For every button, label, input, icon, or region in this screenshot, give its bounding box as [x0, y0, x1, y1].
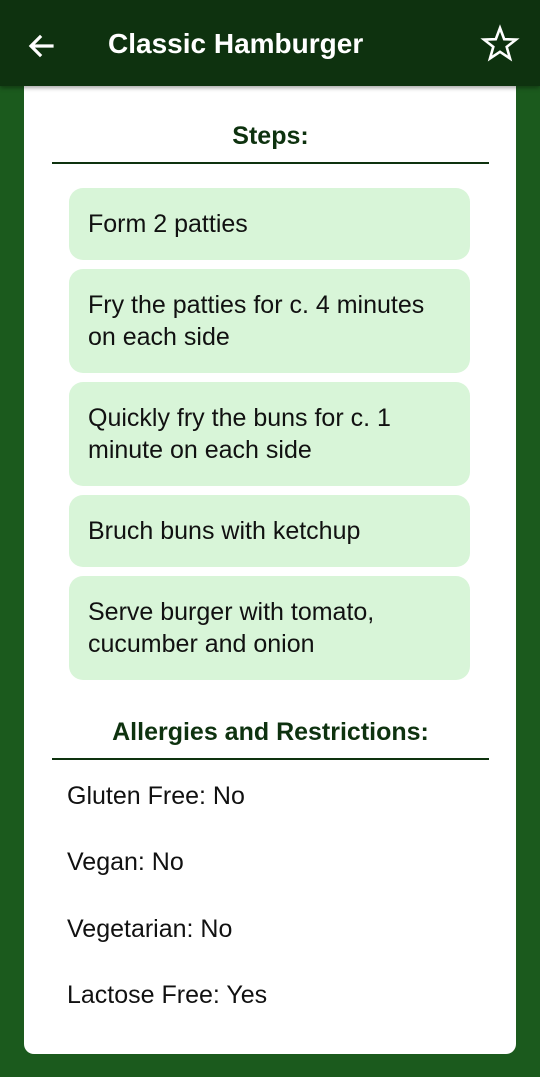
favorite-button[interactable]	[480, 24, 520, 64]
step-item: Quickly fry the buns for c. 1 minute on …	[69, 382, 470, 486]
step-item: Serve burger with tomato, cucumber and o…	[69, 576, 470, 680]
step-item: Fry the patties for c. 4 minutes on each…	[69, 269, 470, 373]
back-button[interactable]	[22, 26, 62, 66]
recipe-details-card: Steps: Form 2 patties Fry the patties fo…	[24, 60, 516, 1054]
allergy-vegan: Vegan: No	[67, 848, 184, 876]
steps-divider	[52, 162, 489, 164]
steps-heading: Steps:	[232, 122, 309, 150]
app-bar: Classic Hamburger	[0, 0, 540, 86]
allergies-divider	[52, 758, 489, 760]
step-item: Bruch buns with ketchup	[69, 495, 470, 567]
arrow-back-icon	[28, 34, 54, 58]
page-title: Classic Hamburger	[108, 28, 364, 59]
allergies-heading: Allergies and Restrictions:	[112, 718, 429, 746]
step-item: Form 2 patties	[69, 188, 470, 260]
allergy-vegetarian: Vegetarian: No	[67, 915, 233, 943]
star-outline-icon	[480, 24, 520, 62]
allergy-gluten-free: Gluten Free: No	[67, 782, 245, 810]
allergy-lactose-free: Lactose Free: Yes	[67, 981, 268, 1009]
